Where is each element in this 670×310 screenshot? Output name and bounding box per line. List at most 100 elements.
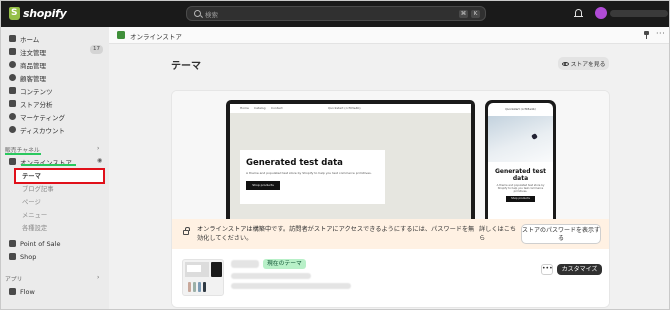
theme-meta-redacted (231, 273, 311, 279)
pos-icon (9, 240, 16, 247)
search-icon (194, 10, 201, 17)
lock-icon (183, 227, 190, 235)
preview-hero-title: Generated test data (246, 158, 343, 168)
sidebar-item-discounts[interactable]: ディスカウント (9, 124, 65, 135)
sidebar-item-customers[interactable]: 顧客管理 (9, 72, 46, 83)
sidebar-subitem-pages[interactable]: ページ (22, 197, 41, 206)
search-input[interactable]: 検索 ⌘ K (186, 6, 486, 21)
desktop-preview: Home Catalog Contact Quickstart (ccf03e4… (226, 100, 475, 222)
sidebar-item-analytics[interactable]: ストア分析 (9, 98, 53, 109)
theme-actions-button[interactable]: ••• (541, 264, 553, 275)
highlight-underline (21, 164, 76, 166)
sidebar-item-flow[interactable]: Flow (9, 286, 35, 297)
pin-icon[interactable] (644, 31, 649, 39)
preview-hero-button: Shop products (246, 181, 280, 190)
person-icon (9, 74, 16, 81)
chart-icon (9, 100, 16, 107)
breadcrumb: オンラインストア ··· (109, 27, 669, 44)
mobile-hero-button: Shop products (506, 196, 535, 202)
sidebar-item-content[interactable]: コンテンツ (9, 85, 53, 96)
sidebar-item-label: Flow (20, 287, 35, 296)
theme-card: Home Catalog Contact Quickstart (ccf03e4… (171, 90, 610, 308)
orders-icon (9, 48, 16, 55)
sidebar-item-shop[interactable]: Shop (9, 251, 36, 262)
shortcut-cmd-key: ⌘ (459, 10, 468, 18)
preview-hero-desc: A theme and populated test store by Shop… (246, 171, 372, 175)
breadcrumb-label[interactable]: オンラインストア (130, 31, 182, 41)
tag-icon (9, 61, 16, 68)
home-icon (9, 35, 16, 42)
sidebar-item-orders[interactable]: 注文管理 (9, 46, 46, 57)
color-swatch (198, 282, 201, 292)
show-password-button[interactable]: ストアのパスワードを表示する (521, 224, 601, 244)
current-theme-badge: 現在のテーマ (263, 259, 306, 269)
view-store-label: ストアを見る (570, 62, 606, 68)
bell-icon[interactable] (574, 9, 583, 18)
shopify-bag-icon (9, 7, 20, 20)
mobile-preview: Quickstart (ccf03e4b) Generated test dat… (485, 100, 556, 222)
sidebar-item-label: ストア分析 (20, 100, 53, 109)
shortcut-k-key: K (471, 10, 480, 18)
mobile-hero-desc: A theme and populated test store by Shop… (496, 184, 545, 194)
learn-more-link[interactable]: 詳しくはこちら (479, 225, 519, 243)
apps-heading: アプリ (5, 277, 23, 283)
skier-image (531, 133, 538, 140)
sidebar-item-products[interactable]: 商品管理 (9, 59, 46, 70)
sidebar-item-label: 商品管理 (20, 61, 46, 70)
content-icon (9, 87, 16, 94)
theme-preview[interactable]: Home Catalog Contact Quickstart (ccf03e4… (172, 91, 609, 222)
preview-nav-catalog: Catalog (254, 106, 266, 110)
preview-hero: Generated test data A theme and populate… (230, 113, 471, 222)
sidebar-item-home[interactable]: ホーム (9, 33, 39, 44)
eye-icon[interactable]: ◉ (97, 157, 102, 164)
current-theme-row: 現在のテーマ ••• カスタマイズ (172, 249, 609, 307)
main-content: オンラインストア ··· テーマ ストアを見る Home Catalog Con… (109, 27, 669, 309)
search-placeholder: 検索 (205, 11, 218, 19)
sidebar-subitem-preferences[interactable]: 各種設定 (22, 223, 47, 232)
sidebar-item-label: コンテンツ (20, 87, 53, 96)
preview-hero-box: Generated test data A theme and populate… (240, 150, 385, 204)
page-title: テーマ (171, 61, 201, 72)
view-store-button[interactable]: ストアを見る (558, 57, 609, 70)
mobile-screen: Quickstart (ccf03e4b) Generated test dat… (488, 103, 553, 222)
color-swatch (188, 282, 191, 292)
shopify-logo[interactable]: shopify (9, 7, 67, 20)
sidebar: ホーム 注文管理 17 商品管理 顧客管理 コンテンツ ストア分析 マーケティン… (1, 27, 109, 309)
preview-nav-home: Home (240, 106, 249, 110)
sidebar-item-label: ホーム (20, 35, 40, 44)
sidebar-subitem-menus[interactable]: メニュー (22, 210, 47, 219)
sidebar-subitem-blog[interactable]: ブログ記事 (22, 184, 53, 193)
store-icon (9, 158, 16, 165)
more-options-icon[interactable]: ··· (656, 29, 665, 38)
sidebar-subitem-themes[interactable]: テーマ (22, 171, 41, 180)
app-frame: shopify 検索 ⌘ K ホーム 注文管理 17 商品管理 顧客管理 (0, 0, 670, 310)
sidebar-item-label: Shop (20, 252, 37, 261)
sidebar-item-label: マーケティング (20, 113, 65, 122)
color-swatch (193, 282, 196, 292)
preview-nav-contact: Contact (271, 106, 283, 110)
sidebar-item-label: Point of Sale (20, 239, 61, 248)
shop-icon (9, 253, 16, 260)
theme-thumbnail[interactable] (182, 259, 224, 296)
avatar[interactable] (595, 7, 607, 19)
discount-icon (9, 126, 16, 133)
mobile-hero-title: Generated test data (494, 168, 547, 182)
orders-count-badge: 17 (90, 45, 103, 54)
chevron-right-icon[interactable]: › (97, 274, 99, 281)
sidebar-item-marketing[interactable]: マーケティング (9, 111, 65, 122)
chevron-right-icon[interactable]: › (97, 145, 99, 152)
color-swatch (203, 282, 206, 292)
sidebar-item-label: ディスカウント (20, 126, 66, 135)
customize-button[interactable]: カスタマイズ (557, 264, 602, 275)
store-name-redacted[interactable] (610, 10, 668, 17)
top-bar: shopify 検索 ⌘ K (1, 1, 669, 27)
preview-nav: Home Catalog Contact Quickstart (ccf03e4… (230, 104, 471, 113)
theme-name-redacted (231, 260, 259, 268)
banner-text: オンラインストアは構築中です。訪問者がストアにアクセスできるようにするには、パス… (197, 226, 475, 242)
flow-icon (9, 288, 16, 295)
mobile-brand: Quickstart (ccf03e4b) (505, 107, 536, 111)
store-icon (117, 31, 125, 39)
highlight-underline (5, 153, 41, 155)
preview-brand: Quickstart (ccf03e4b) (328, 106, 361, 110)
sidebar-item-point-of-sale[interactable]: Point of Sale (9, 238, 60, 249)
